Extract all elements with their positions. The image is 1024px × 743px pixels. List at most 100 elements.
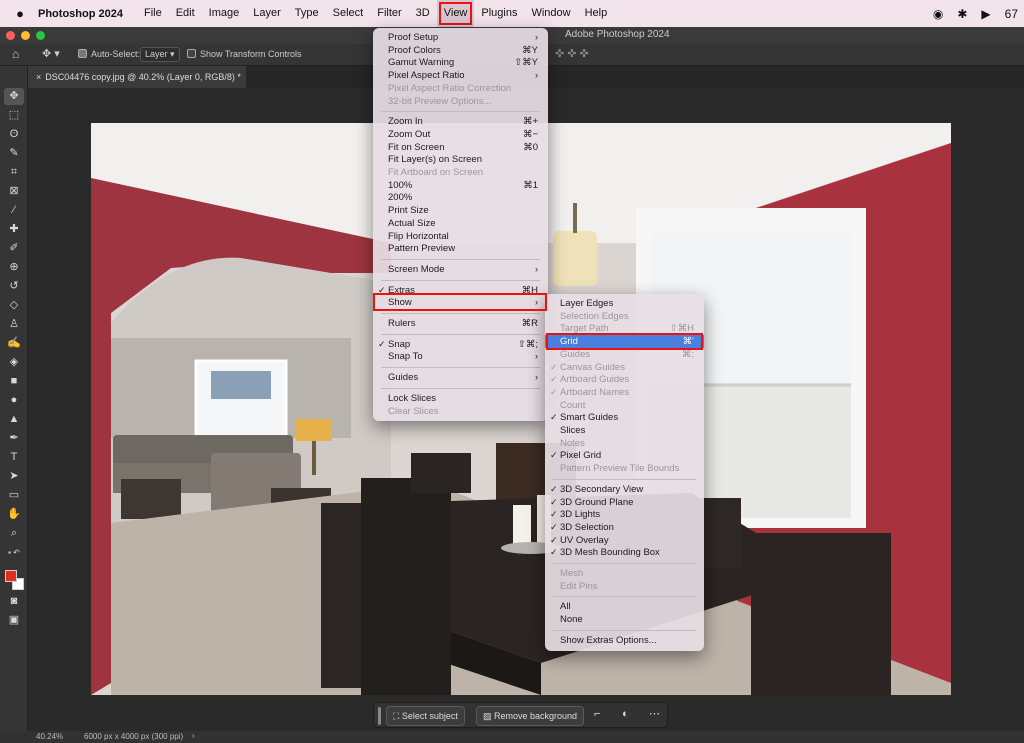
show-menu-item-grid[interactable]: Grid ⌘': [545, 335, 704, 349]
show-menu-item-layer-edges[interactable]: Layer Edges: [545, 297, 704, 310]
menu-image[interactable]: Image: [202, 0, 247, 27]
more-options-icon[interactable]: ⋯: [649, 707, 660, 720]
default-colors-icon[interactable]: ▪ ↶: [4, 544, 24, 561]
show-menu-item-all[interactable]: All: [545, 600, 704, 613]
view-menu-item-200[interactable]: 200%: [373, 191, 548, 204]
foreground-color-swatch[interactable]: [5, 570, 17, 582]
close-window-button[interactable]: [6, 31, 15, 40]
status-menu-chevron-icon[interactable]: ›: [192, 731, 195, 740]
show-menu-item-pixel-grid[interactable]: ✓ Pixel Grid: [545, 449, 704, 462]
move-tool-preset-icon[interactable]: ✥ ▾: [42, 47, 60, 60]
show-menu-item-3d-ground-plane[interactable]: ✓ 3D Ground Plane: [545, 496, 704, 509]
eyedropper-icon[interactable]: ⁄: [4, 202, 24, 219]
dodge-icon[interactable]: ▲: [4, 411, 24, 428]
show-menu-item-3d-mesh-bounding-box[interactable]: ✓ 3D Mesh Bounding Box: [545, 546, 704, 559]
shape-icon[interactable]: ▭: [4, 487, 24, 504]
view-menu-item-snap-to[interactable]: Snap To ›: [373, 350, 548, 363]
view-menu-item-gamut-warning[interactable]: Gamut Warning ⇧⌘Y: [373, 56, 548, 69]
transform-icon[interactable]: ⌐: [594, 708, 600, 720]
document-tab[interactable]: × DSC04476 copy.jpg @ 40.2% (Layer 0, RGB…: [28, 66, 246, 88]
view-menu-item-zoom-in[interactable]: Zoom In ⌘+: [373, 115, 548, 128]
show-menu-item-3d-selection[interactable]: ✓ 3D Selection: [545, 521, 704, 534]
lasso-icon[interactable]: ʘ: [4, 126, 24, 143]
select-subject-button[interactable]: ⛶ Select subject: [386, 706, 465, 726]
app-name-menu[interactable]: Photoshop 2024: [38, 8, 123, 20]
drag-handle-icon[interactable]: [378, 707, 381, 725]
view-menu-item-pattern-preview[interactable]: Pattern Preview: [373, 242, 548, 255]
menu-edit[interactable]: Edit: [169, 0, 202, 27]
view-menu-item-fit-on-screen[interactable]: Fit on Screen ⌘0: [373, 141, 548, 154]
tab-close-icon[interactable]: ×: [36, 72, 41, 82]
stamp-icon[interactable]: ♙: [4, 316, 24, 333]
apple-icon[interactable]: ●: [12, 6, 28, 21]
menu-file[interactable]: File: [137, 0, 169, 27]
view-menu-item-actual-size[interactable]: Actual Size: [373, 217, 548, 230]
show-menu-item-slices[interactable]: Slices: [545, 424, 704, 437]
history-icon[interactable]: ✍: [4, 335, 24, 352]
view-menu-item-proof-setup[interactable]: Proof Setup ›: [373, 31, 548, 44]
align-icons[interactable]: ✜ ✜ ✜: [555, 47, 589, 60]
menu-select[interactable]: Select: [326, 0, 371, 27]
menu-layer[interactable]: Layer: [246, 0, 288, 27]
frame-icon[interactable]: ⊠: [4, 183, 24, 200]
history-brush-icon[interactable]: ↺: [4, 278, 24, 295]
menu-plugins[interactable]: Plugins: [474, 0, 524, 27]
clone-stamp-icon[interactable]: ⊕: [4, 259, 24, 276]
brush-icon[interactable]: ✐: [4, 240, 24, 257]
play-icon[interactable]: ▶: [981, 7, 990, 21]
quick-mask-icon[interactable]: ◙: [4, 593, 24, 610]
show-menu-item-uv-overlay[interactable]: ✓ UV Overlay: [545, 534, 704, 547]
remove-background-button[interactable]: ▨ Remove background: [476, 706, 585, 726]
gradient-icon[interactable]: ■: [4, 373, 24, 390]
view-menu-item-100[interactable]: 100% ⌘1: [373, 179, 548, 192]
pen-icon[interactable]: ✒: [4, 430, 24, 447]
show-menu-item-3d-lights[interactable]: ✓ 3D Lights: [545, 508, 704, 521]
battery-percent[interactable]: 67: [1005, 7, 1018, 21]
eraser-icon[interactable]: ◇: [4, 297, 24, 314]
menu-view[interactable]: View: [436, 0, 475, 27]
view-menu-item-print-size[interactable]: Print Size: [373, 204, 548, 217]
zoom-level[interactable]: 40.24%: [36, 732, 63, 741]
view-menu-item-show[interactable]: Show ›: [373, 296, 548, 309]
zoom-window-button[interactable]: [36, 31, 45, 40]
show-transform-checkbox[interactable]: Show Transform Controls: [187, 49, 302, 59]
view-menu-item-zoom-out[interactable]: Zoom Out ⌘−: [373, 128, 548, 141]
healing-brush-icon[interactable]: ✚: [4, 221, 24, 238]
home-icon[interactable]: ⌂: [12, 47, 19, 61]
blur-icon[interactable]: ●: [4, 392, 24, 409]
view-menu-item-proof-colors[interactable]: Proof Colors ⌘Y: [373, 44, 548, 57]
show-menu-item-smart-guides[interactable]: ✓ Smart Guides: [545, 411, 704, 424]
path-selection-icon[interactable]: ➤: [4, 468, 24, 485]
auto-select-checkbox[interactable]: Auto-Select:: [78, 49, 140, 59]
view-menu-item-snap[interactable]: ✓ Snap ⇧⌘;: [373, 338, 548, 351]
menu-help[interactable]: Help: [578, 0, 615, 27]
show-menu-item-none[interactable]: None: [545, 613, 704, 626]
marquee-icon[interactable]: ⬚: [4, 107, 24, 124]
adjustment-icon[interactable]: ◐: [622, 708, 629, 720]
view-menu-item-screen-mode[interactable]: Screen Mode ›: [373, 263, 548, 276]
document-size[interactable]: 6000 px x 4000 px (300 ppi): [84, 732, 183, 741]
screen-mode-icon[interactable]: ▣: [4, 612, 24, 629]
view-menu-item-lock-slices[interactable]: Lock Slices: [373, 392, 548, 405]
zoom-icon[interactable]: ⌕: [4, 525, 24, 542]
eraser-tool-icon[interactable]: ◈: [4, 354, 24, 371]
hand-icon[interactable]: ✋: [4, 506, 24, 523]
menu-window[interactable]: Window: [524, 0, 577, 27]
menu-filter[interactable]: Filter: [370, 0, 408, 27]
minimize-window-button[interactable]: [21, 31, 30, 40]
menu-type[interactable]: Type: [288, 0, 326, 27]
menu-3d[interactable]: 3D: [409, 0, 437, 27]
view-menu-item-guides[interactable]: Guides ›: [373, 371, 548, 384]
view-menu-item-pixel-aspect-ratio[interactable]: Pixel Aspect Ratio ›: [373, 69, 548, 82]
view-menu-item-flip-horizontal[interactable]: Flip Horizontal: [373, 230, 548, 243]
bluetooth-icon[interactable]: ✱: [957, 7, 967, 21]
auto-select-dropdown[interactable]: Layer ▾: [140, 47, 180, 62]
show-menu-item-3d-secondary-view[interactable]: ✓ 3D Secondary View: [545, 483, 704, 496]
creative-cloud-icon[interactable]: ◉: [933, 7, 943, 21]
view-menu-item-fit-layer-s-on-screen[interactable]: Fit Layer(s) on Screen: [373, 153, 548, 166]
type-icon[interactable]: T: [4, 449, 24, 466]
view-menu-item-rulers[interactable]: Rulers ⌘R: [373, 317, 548, 330]
move-icon[interactable]: ✥: [4, 88, 24, 105]
view-menu-item-extras[interactable]: ✓ Extras ⌘H: [373, 284, 548, 297]
show-menu-item-show-extras-options[interactable]: Show Extras Options...: [545, 634, 704, 647]
